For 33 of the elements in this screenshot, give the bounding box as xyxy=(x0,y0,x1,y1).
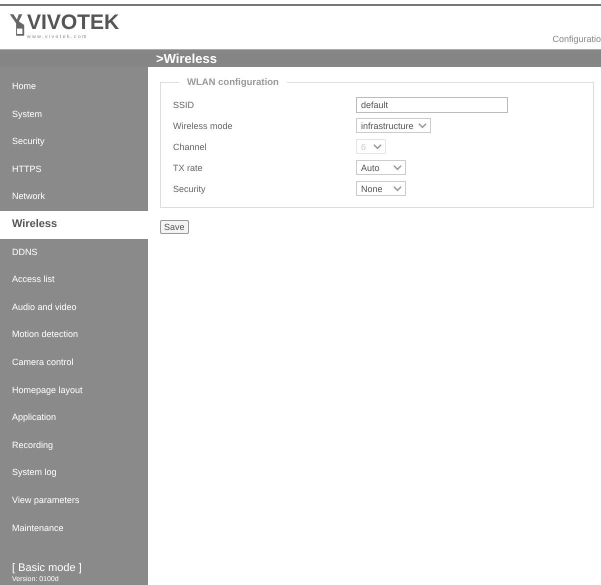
configuration-link[interactable]: Configuratio xyxy=(552,34,601,44)
fieldset-legend: WLAN configuration xyxy=(179,77,287,88)
sidebar-item[interactable]: Application xyxy=(0,404,148,432)
sidebar-item[interactable]: Access list xyxy=(0,266,148,294)
sidebar-item[interactable]: System xyxy=(0,100,148,128)
sidebar-item[interactable]: Network xyxy=(0,183,148,211)
sidebar-item[interactable]: Maintenance xyxy=(0,514,148,542)
sidebar-item[interactable]: Wireless xyxy=(0,210,149,239)
sidebar-item[interactable]: Security xyxy=(0,128,148,156)
dropdown-select[interactable]: Auto xyxy=(356,160,406,175)
field-label: Wireless mode xyxy=(173,120,234,130)
field-label: SSID xyxy=(173,100,196,110)
sidebar-item[interactable]: Motion detection xyxy=(0,321,148,349)
sidebar-item[interactable]: Home xyxy=(0,73,148,101)
camera-logo-icon xyxy=(8,12,26,38)
page-title: >Wireless xyxy=(156,51,217,66)
dropdown-select[interactable]: None xyxy=(356,181,406,196)
sidebar-item[interactable]: Camera control xyxy=(0,348,148,377)
field-label: Security xyxy=(173,184,207,194)
basic-mode-link[interactable]: [ Basic mode ] xyxy=(12,562,148,574)
sidebar-item[interactable]: View parameters xyxy=(0,486,148,514)
sidebar-item[interactable]: Recording xyxy=(0,432,148,460)
save-button[interactable]: Save xyxy=(160,220,189,234)
field-label: TX rate xyxy=(173,162,204,172)
sidebar-item[interactable]: DDNS xyxy=(0,238,148,266)
ssid-input-field[interactable]: default xyxy=(356,96,508,112)
sidebar-item[interactable]: Audio and video xyxy=(0,294,148,322)
sidebar-item[interactable]: HTTPS xyxy=(0,156,148,184)
sidebar-item[interactable]: System log xyxy=(0,459,148,487)
logo-text: VIVOTEK xyxy=(27,12,120,34)
dropdown-select[interactable]: infrastructure xyxy=(356,118,431,133)
field-label: Channel xyxy=(173,142,208,152)
sidebar-item[interactable]: Homepage layout xyxy=(0,376,148,404)
